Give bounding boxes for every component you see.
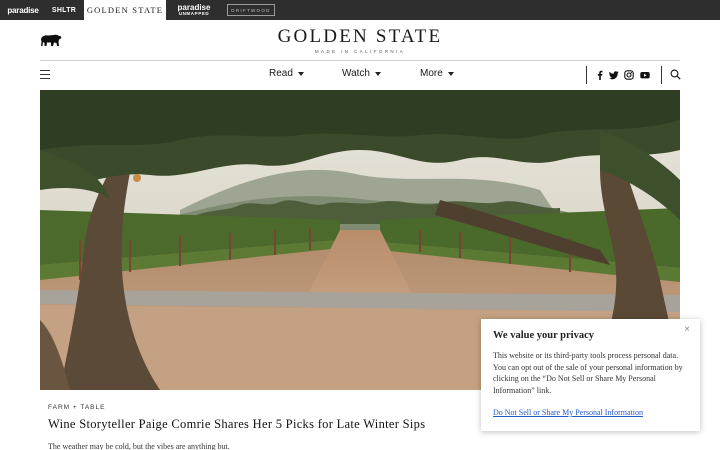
search-icon[interactable] — [670, 69, 681, 80]
privacy-notice: × We value your privacy This website or … — [481, 319, 700, 431]
article-headline[interactable]: Wine Storyteller Paige Comrie Shares Her… — [48, 417, 425, 432]
golden-state-link[interactable]: GOLDEN STATE — [84, 0, 166, 20]
paradise-unmapped-link[interactable]: paradise UNMAPPED — [168, 0, 220, 20]
nav-divider — [586, 66, 587, 84]
main-nav: Read Watch More — [40, 62, 681, 88]
masthead: GOLDEN STATE MADE IN CALIFORNIA — [40, 22, 680, 60]
nav-watch[interactable]: Watch — [342, 68, 381, 79]
nav-read-label: Read — [269, 68, 293, 79]
chevron-down-icon — [297, 71, 304, 76]
chevron-down-icon — [447, 71, 454, 76]
menu-icon[interactable] — [40, 70, 50, 79]
close-icon[interactable]: × — [684, 324, 690, 335]
nav-more[interactable]: More — [420, 68, 454, 79]
paradise-link[interactable]: paradise — [0, 0, 46, 20]
network-bar: paradise SHLTR GOLDEN STATE paradise UNM… — [0, 0, 720, 20]
facebook-icon[interactable] — [595, 70, 605, 80]
site-subtitle: MADE IN CALIFORNIA — [314, 49, 406, 54]
twitter-icon[interactable] — [609, 70, 619, 80]
chevron-down-icon — [374, 71, 381, 76]
paradise-unmapped-bottom: UNMAPPED — [178, 10, 210, 16]
article-category[interactable]: FARM + TABLE — [48, 404, 105, 411]
do-not-sell-link[interactable]: Do Not Sell or Share My Personal Informa… — [493, 408, 688, 417]
article-dek: The weather may be cold, but the vibes a… — [48, 442, 230, 450]
privacy-title: We value your privacy — [493, 330, 595, 341]
nav-watch-label: Watch — [342, 68, 370, 79]
site-logo[interactable]: GOLDEN STATE MADE IN CALIFORNIA — [40, 27, 680, 54]
nav-read[interactable]: Read — [269, 68, 304, 79]
shltr-link[interactable]: SHLTR — [46, 0, 82, 20]
instagram-icon[interactable] — [624, 70, 634, 80]
nav-more-label: More — [420, 68, 443, 79]
nav-divider — [661, 66, 662, 84]
driftwood-link[interactable]: DRIFTWOOD — [227, 4, 275, 16]
site-title: GOLDEN STATE — [277, 26, 443, 47]
privacy-body: This website or its third-party tools pr… — [493, 351, 683, 395]
masthead-divider — [40, 60, 680, 61]
youtube-icon[interactable] — [640, 70, 650, 80]
